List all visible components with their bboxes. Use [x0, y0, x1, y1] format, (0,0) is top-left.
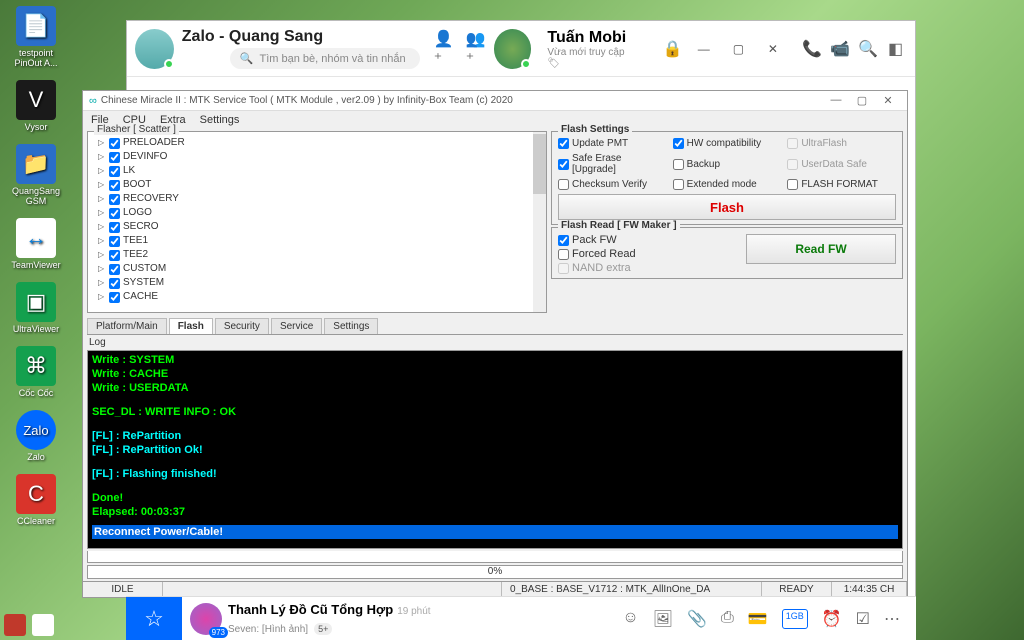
call-icon[interactable]: 📞 — [802, 39, 822, 59]
tag-icon[interactable]: 🏷 — [547, 58, 560, 69]
group-avatar: 973 — [190, 603, 222, 635]
desktop-icon[interactable]: VVysor — [6, 80, 66, 132]
tab-settings[interactable]: Settings — [324, 318, 378, 334]
scatter-item[interactable]: ▷LOGO — [92, 206, 532, 220]
attach-icon[interactable]: 📎 — [687, 609, 707, 629]
tab-service[interactable]: Service — [271, 318, 322, 334]
self-name: Zalo - Quang Sang — [182, 28, 420, 46]
flash-settings-group: Flash Settings Update PMT HW compatibili… — [551, 131, 903, 225]
desktop-icon[interactable]: 📁QuangSang GSM — [6, 144, 66, 206]
scatter-item[interactable]: ▷SECRO — [92, 220, 532, 234]
tab-flash[interactable]: Flash — [169, 318, 213, 334]
desktop-icons: 📄testpoint PinOut A... VVysor 📁QuangSang… — [6, 6, 66, 526]
contact-name: Tuấn Mobi — [547, 29, 634, 47]
status-bar: IDLE 0_BASE : BASE_V1712 : MTK_AllInOne_… — [83, 581, 907, 597]
desktop-icon[interactable]: ⌘Cốc Cốc — [6, 346, 66, 398]
taskbar-icon[interactable] — [32, 614, 54, 636]
desktop-icon[interactable]: ZaloZalo — [6, 410, 66, 462]
scatter-item[interactable]: ▷TEE1 — [92, 234, 532, 248]
scrollbar[interactable] — [533, 132, 546, 312]
contact-avatar[interactable] — [494, 29, 532, 69]
log-label: Log — [87, 337, 903, 348]
cm-titlebar[interactable]: ∞ Chinese Miracle II : MTK Service Tool … — [83, 91, 907, 111]
lock-icon[interactable]: 🔒 — [663, 39, 683, 59]
status-time: 1:44:35 CH — [832, 582, 907, 597]
card-icon[interactable]: 💳 — [748, 609, 768, 629]
search-input[interactable]: 🔍 Tìm bạn bè, nhóm và tin nhắn — [230, 48, 420, 69]
tab-security[interactable]: Security — [215, 318, 269, 334]
self-avatar[interactable] — [135, 29, 174, 69]
add-friend-icon[interactable]: 👤⁺ — [434, 39, 454, 59]
desktop-icon[interactable]: ↔TeamViewer — [6, 218, 66, 270]
flash-read-group: Flash Read [ FW Maker ] Pack FW Forced R… — [551, 227, 903, 279]
maximize-button[interactable]: ▢ — [725, 38, 752, 60]
zalo-bottom-bar: ☆ 973 Thanh Lý Đồ Cũ Tổng Hợp19 phút Sev… — [126, 596, 916, 640]
cb-safe-erase[interactable]: Safe Erase [Upgrade] — [558, 153, 667, 175]
scatter-item[interactable]: ▷TEE2 — [92, 248, 532, 262]
add-group-icon[interactable]: 👥⁺ — [466, 39, 486, 59]
cb-nand-extra[interactable]: NAND extra — [558, 262, 746, 274]
status-idle: IDLE — [83, 582, 163, 597]
desktop-icon[interactable]: ▣UltraViewer — [6, 282, 66, 334]
minimize-button[interactable]: — — [823, 94, 849, 107]
zalo-header: Zalo - Quang Sang 🔍 Tìm bạn bè, nhóm và … — [127, 21, 915, 77]
cb-hw-compat[interactable]: HW compatibility — [673, 138, 782, 149]
chat-preview[interactable]: 973 Thanh Lý Đồ Cũ Tổng Hợp19 phút Seven… — [182, 601, 622, 637]
scatter-item[interactable]: ▷CACHE — [92, 290, 532, 304]
taskbar — [4, 614, 54, 636]
status-ready: READY — [762, 582, 832, 597]
cb-pack-fw[interactable]: Pack FW — [558, 234, 746, 246]
maximize-button[interactable]: ▢ — [849, 94, 875, 107]
progress-bar: 0% — [87, 565, 903, 579]
cb-update-pmt[interactable]: Update PMT — [558, 138, 667, 149]
search-icon: 🔍 — [240, 52, 254, 65]
tab-bar: Platform/Main Flash Security Service Set… — [87, 315, 903, 335]
app-icon: ∞ — [89, 95, 97, 107]
scatter-item[interactable]: ▷PRELOADER — [92, 136, 532, 150]
scatter-item[interactable]: ▷CUSTOM — [92, 262, 532, 276]
panel-icon[interactable]: ◧ — [886, 39, 905, 59]
scatter-item[interactable]: ▷RECOVERY — [92, 192, 532, 206]
task-icon[interactable]: ☑ — [856, 609, 870, 629]
alarm-icon[interactable]: ⏰ — [822, 609, 842, 629]
scatter-item[interactable]: ▷SYSTEM — [92, 276, 532, 290]
image-icon[interactable]: 🖼 — [653, 609, 673, 629]
menu-settings[interactable]: Settings — [200, 114, 240, 126]
taskbar-icon[interactable] — [4, 614, 26, 636]
emoji-icon[interactable]: ☺ — [622, 609, 638, 629]
cb-forced-read[interactable]: Forced Read — [558, 248, 746, 260]
cm-menubar: File CPU Extra Settings — [83, 111, 907, 129]
close-button[interactable]: ✕ — [875, 94, 901, 107]
flasher-scatter-panel: Flasher [ Scatter ] ▷PRELOADER ▷DEVINFO … — [87, 131, 547, 313]
cb-checksum[interactable]: Checksum Verify — [558, 179, 667, 190]
capture-icon[interactable]: ⎙ — [721, 609, 734, 629]
cb-ultraflash[interactable]: UltraFlash — [787, 138, 896, 149]
search-contact-icon[interactable]: 🔍 — [858, 39, 878, 59]
star-button[interactable]: ☆ — [126, 597, 182, 640]
flash-button[interactable]: Flash — [558, 194, 896, 220]
cb-userdata-safe[interactable]: UserData Safe — [787, 153, 896, 175]
cb-extended[interactable]: Extended mode — [673, 179, 782, 190]
log-console[interactable]: Write : SYSTEM Write : CACHE Write : USE… — [87, 350, 903, 549]
status-base: 0_BASE : BASE_V1712 : MTK_AllInOne_DA — [502, 582, 762, 597]
video-icon[interactable]: 📹 — [830, 39, 850, 59]
scatter-item[interactable]: ▷DEVINFO — [92, 150, 532, 164]
close-button[interactable]: ✕ — [760, 38, 787, 60]
read-fw-button[interactable]: Read FW — [746, 234, 896, 264]
cb-flash-format[interactable]: FLASH FORMAT — [787, 179, 896, 190]
desktop-icon[interactable]: 📄testpoint PinOut A... — [6, 6, 66, 68]
more-icon[interactable]: ⋯ — [884, 609, 900, 629]
minimize-button[interactable]: — — [690, 38, 717, 60]
cm-window: ∞ Chinese Miracle II : MTK Service Tool … — [82, 90, 908, 598]
tab-platform[interactable]: Platform/Main — [87, 318, 167, 334]
scatter-item[interactable]: ▷BOOT — [92, 178, 532, 192]
scatter-item[interactable]: ▷LK — [92, 164, 532, 178]
desktop-icon[interactable]: CCCleaner — [6, 474, 66, 526]
cb-backup[interactable]: Backup — [673, 153, 782, 175]
gb-badge[interactable]: 1GB — [782, 609, 808, 629]
